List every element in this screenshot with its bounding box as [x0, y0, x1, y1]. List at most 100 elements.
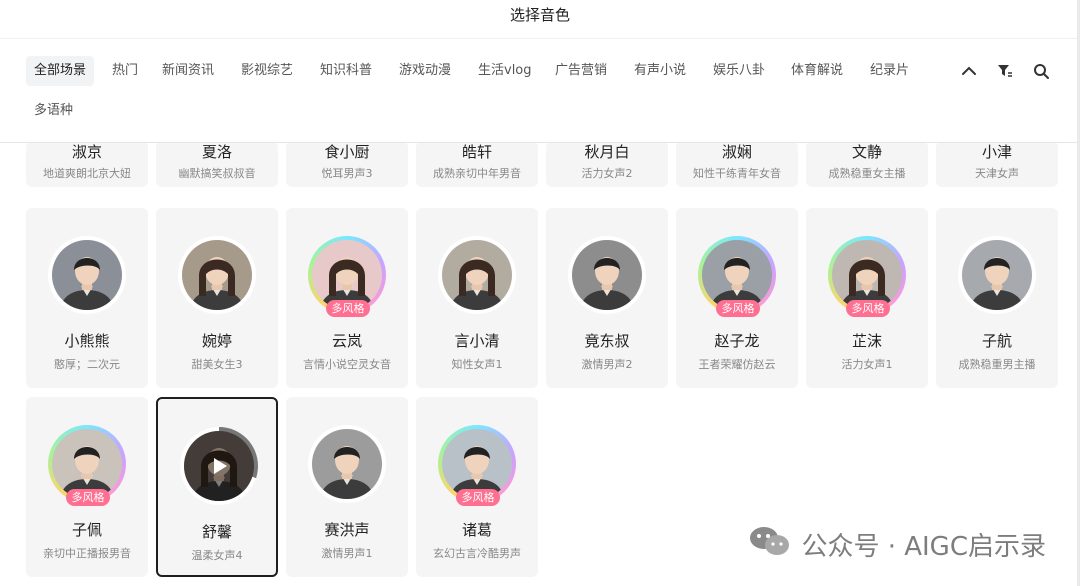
avatar: 多风格 [438, 425, 516, 506]
voice-name: 舒馨 [201, 523, 232, 541]
voice-description: 温柔女声4 [191, 549, 243, 562]
voice-description: 活力女声1 [841, 358, 893, 371]
voice-card[interactable]: 竟东叔激情男声2 [546, 208, 668, 388]
avatar-image [52, 240, 122, 310]
tab-category-11[interactable]: 纪录片 [870, 56, 909, 86]
watermark: 公众号 · AIGC启示录 [749, 524, 1046, 564]
avatar [180, 427, 258, 505]
tab-category-3[interactable]: 影视综艺 [241, 56, 293, 86]
voice-description: 王者荣耀仿赵云 [698, 358, 776, 371]
voice-name: 淑京 [71, 143, 102, 161]
voice-card[interactable]: 秋月白活力女声2 [546, 143, 668, 187]
voice-name: 竟东叔 [584, 332, 630, 350]
voice-grid: 淑京 地道爽朗北京大妞 夏洛 幽默搞笑叔叔音 食小厨 悦耳男声3 皓轩 成熟亲切中年男音 秋月白… [0, 143, 1080, 586]
voice-description: 激情男声2 [581, 358, 633, 371]
avatar [48, 236, 126, 314]
tab-category-4[interactable]: 知识科普 [320, 56, 372, 86]
avatar: 多风格 [308, 236, 386, 317]
voice-description: 悦耳男声3 [321, 167, 373, 180]
voice-name: 婉婷 [201, 332, 232, 350]
wechat-icon [749, 524, 791, 565]
voice-card[interactable]: 子航 成熟稳重男主播 [936, 208, 1058, 388]
tab-category-8[interactable]: 有声小说 [634, 56, 686, 86]
voice-card[interactable]: 多风格 云岚 言情小说空灵女音 [286, 208, 408, 388]
voice-name: 赵子龙 [714, 332, 760, 350]
voice-card[interactable]: 多风格诸葛玄幻古言冷酷男声 [416, 397, 538, 577]
voice-card[interactable]: 多风格赵子龙王者荣耀仿赵云 [676, 208, 798, 388]
voice-card[interactable]: 小熊熊 憨厚；二次元 [26, 208, 148, 388]
voice-card[interactable]: 皓轩成熟亲切中年男音 [416, 143, 538, 187]
voice-card[interactable]: 言小清知性女声1 [416, 208, 538, 388]
voice-description: 知性女声1 [451, 358, 503, 371]
voice-card[interactable]: 夏洛 幽默搞笑叔叔音 [156, 143, 278, 187]
voice-description: 成熟稳重男主播 [958, 358, 1036, 371]
voice-name: 小熊熊 [64, 332, 110, 350]
chevron-up-icon[interactable] [960, 62, 978, 80]
tab-all-scenes[interactable]: 全部场景 [26, 56, 95, 86]
voice-description: 玄幻古言冷酷男声 [433, 547, 521, 560]
category-tabs: 全部场景 热门 新闻资讯 影视综艺 知识科普 游戏动漫 生活vlog 广告营销 有声小说 娱乐八卦… [26, 56, 1080, 86]
multi-style-badge: 多风格 [456, 489, 500, 506]
tab-category-7[interactable]: 广告营销 [555, 56, 607, 86]
filter-icon[interactable] [996, 62, 1014, 80]
voice-name: 文静 [851, 143, 882, 161]
avatar [958, 236, 1036, 314]
tab-category-2[interactable]: 新闻资讯 [162, 56, 214, 86]
play-icon[interactable] [184, 431, 254, 501]
avatar-image [312, 429, 382, 499]
voice-name: 云岚 [331, 332, 362, 350]
multi-style-badge: 多风格 [326, 300, 370, 317]
voice-description: 知性干练青年女音 [693, 167, 781, 180]
avatar-image [442, 240, 512, 310]
voice-name: 皓轩 [461, 143, 492, 161]
voice-card[interactable]: 食小厨 悦耳男声3 [286, 143, 408, 187]
voice-description: 成熟稳重女主播 [828, 167, 906, 180]
avatar-image [962, 240, 1032, 310]
avatar: 多风格 [828, 236, 906, 317]
tab-category-10[interactable]: 体育解说 [791, 56, 843, 86]
voice-name: 诸葛 [461, 521, 492, 539]
avatar: 多风格 [48, 425, 126, 506]
voice-description: 地道爽朗北京大妞 [43, 167, 131, 180]
tab-category-5[interactable]: 游戏动漫 [399, 56, 451, 86]
avatar-image [572, 240, 642, 310]
voice-picker-panel: 选择音色 全部场景 热门 新闻资讯 影视综艺 知识科普 游戏动漫 生活vlog 广告营销 有声小… [0, 0, 1080, 586]
voice-card[interactable]: 淑娴知性干练青年女音 [676, 143, 798, 187]
avatar-image [182, 240, 252, 310]
voice-name: 子佩 [71, 521, 102, 539]
voice-name: 子航 [981, 332, 1012, 350]
tab-category-1[interactable]: 热门 [112, 56, 138, 86]
voice-card[interactable]: 赛洪声 激情男声1 [286, 397, 408, 577]
voice-name: 言小清 [454, 332, 500, 350]
voice-card[interactable]: 淑京地道爽朗北京大妞 [26, 143, 148, 187]
avatar [568, 236, 646, 314]
voice-card[interactable]: 婉婷 甜美女生3 [156, 208, 278, 388]
voice-card[interactable]: 文静 成熟稳重女主播 [806, 143, 928, 187]
voice-card[interactable]: 舒馨温柔女声4 [156, 397, 278, 577]
tab-category-9[interactable]: 娱乐八卦 [713, 56, 765, 86]
voice-card[interactable]: 多风格 芷沫 活力女声1 [806, 208, 928, 388]
voice-description: 亲切中正播报男音 [43, 547, 131, 560]
voice-description: 激情男声1 [321, 547, 373, 560]
voice-description: 天津女声 [975, 167, 1019, 180]
voice-card[interactable]: 多风格子佩亲切中正播报男音 [26, 397, 148, 577]
voice-name: 夏洛 [201, 143, 232, 161]
multi-style-badge: 多风格 [716, 300, 760, 317]
multi-style-badge: 多风格 [846, 300, 890, 317]
voice-description: 活力女声2 [581, 167, 633, 180]
search-icon[interactable] [1032, 62, 1050, 80]
voice-description: 成熟亲切中年男音 [433, 167, 521, 180]
divider [0, 38, 1080, 39]
tab-multilingual[interactable]: 多语种 [34, 96, 73, 126]
avatar [178, 236, 256, 314]
voice-name: 秋月白 [584, 143, 630, 161]
tab-category-6[interactable]: 生活vlog [478, 56, 532, 86]
voice-card[interactable]: 小津 天津女声 [936, 143, 1058, 187]
watermark-text: 公众号 · AIGC启示录 [801, 531, 1046, 562]
multi-style-badge: 多风格 [66, 489, 110, 506]
avatar [438, 236, 516, 314]
voice-name: 小津 [981, 143, 1012, 161]
page-title: 选择音色 [509, 6, 570, 24]
voice-description: 幽默搞笑叔叔音 [178, 167, 256, 180]
voice-name: 淑娴 [721, 143, 752, 161]
